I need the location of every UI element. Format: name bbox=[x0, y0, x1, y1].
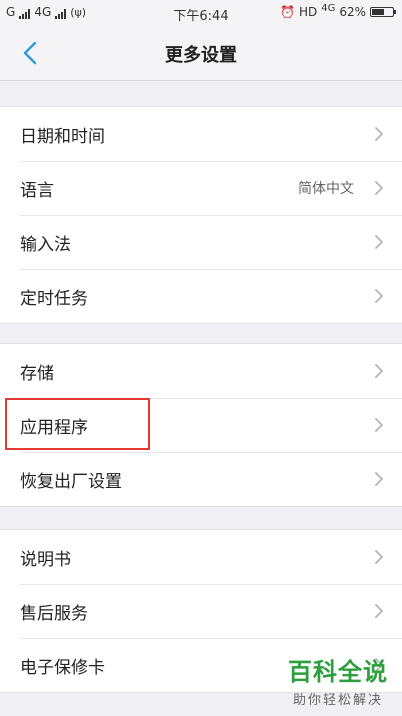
chevron-right-icon bbox=[375, 364, 383, 378]
settings-row[interactable]: 定时任务 bbox=[0, 269, 402, 323]
battery-icon bbox=[370, 7, 396, 17]
settings-group-storage: 存储应用程序恢复出厂设置 bbox=[0, 343, 402, 507]
settings-group-time: 日期和时间语言 简体中文输入法定时任务 bbox=[0, 106, 402, 324]
settings-row[interactable]: 输入法 bbox=[0, 215, 402, 269]
settings-row-label: 应用程序 bbox=[20, 418, 88, 438]
chevron-right-icon bbox=[375, 181, 383, 195]
chevron-right-icon bbox=[375, 550, 383, 564]
alarm-icon: ⏰ bbox=[279, 5, 295, 19]
status-bar: G 4G (ψ) 下午6:44 ⏰ HD 4G 62% bbox=[0, 0, 402, 26]
settings-row-label: 语言 bbox=[20, 181, 54, 201]
watermark-subtitle: 助你轻松解决 bbox=[292, 693, 383, 708]
status-right: ⏰ HD 4G 62% bbox=[279, 2, 396, 19]
settings-row[interactable]: 恢复出厂设置 bbox=[0, 452, 402, 506]
hd-label: HD bbox=[298, 5, 318, 19]
chevron-right-icon bbox=[375, 604, 383, 618]
settings-row[interactable]: 存储 bbox=[0, 344, 402, 398]
watermark: 百科全说 助你轻松解决 bbox=[288, 652, 388, 708]
settings-row[interactable]: 日期和时间 bbox=[0, 107, 402, 161]
settings-row-label: 定时任务 bbox=[20, 289, 88, 309]
settings-row-label: 存储 bbox=[20, 364, 54, 384]
chevron-right-icon bbox=[375, 127, 383, 141]
settings-row[interactable]: 说明书 bbox=[0, 530, 402, 584]
chevron-right-icon bbox=[375, 289, 383, 303]
settings-row-label: 日期和时间 bbox=[20, 127, 105, 147]
settings-row[interactable]: 应用程序 bbox=[0, 398, 402, 452]
settings-row-label: 说明书 bbox=[20, 550, 71, 570]
watermark-title: 百科全说 bbox=[288, 658, 388, 686]
chevron-right-icon bbox=[375, 472, 383, 486]
settings-row[interactable]: 语言 简体中文 bbox=[0, 161, 402, 215]
battery-percent: 62% bbox=[339, 5, 366, 19]
settings-row-value: 简体中文 bbox=[298, 181, 354, 197]
network-label-right: 4G bbox=[321, 2, 336, 14]
chevron-right-icon bbox=[375, 418, 383, 432]
settings-row-label: 售后服务 bbox=[20, 604, 88, 624]
settings-row-label: 电子保修卡 bbox=[20, 658, 105, 678]
page-title: 更多设置 bbox=[165, 45, 237, 66]
chevron-right-icon bbox=[375, 235, 383, 249]
settings-row-label: 恢复出厂设置 bbox=[20, 472, 122, 492]
settings-row[interactable]: 售后服务 bbox=[0, 584, 402, 638]
settings-row-label: 输入法 bbox=[20, 235, 71, 255]
nav-bar: 更多设置 bbox=[0, 26, 402, 81]
